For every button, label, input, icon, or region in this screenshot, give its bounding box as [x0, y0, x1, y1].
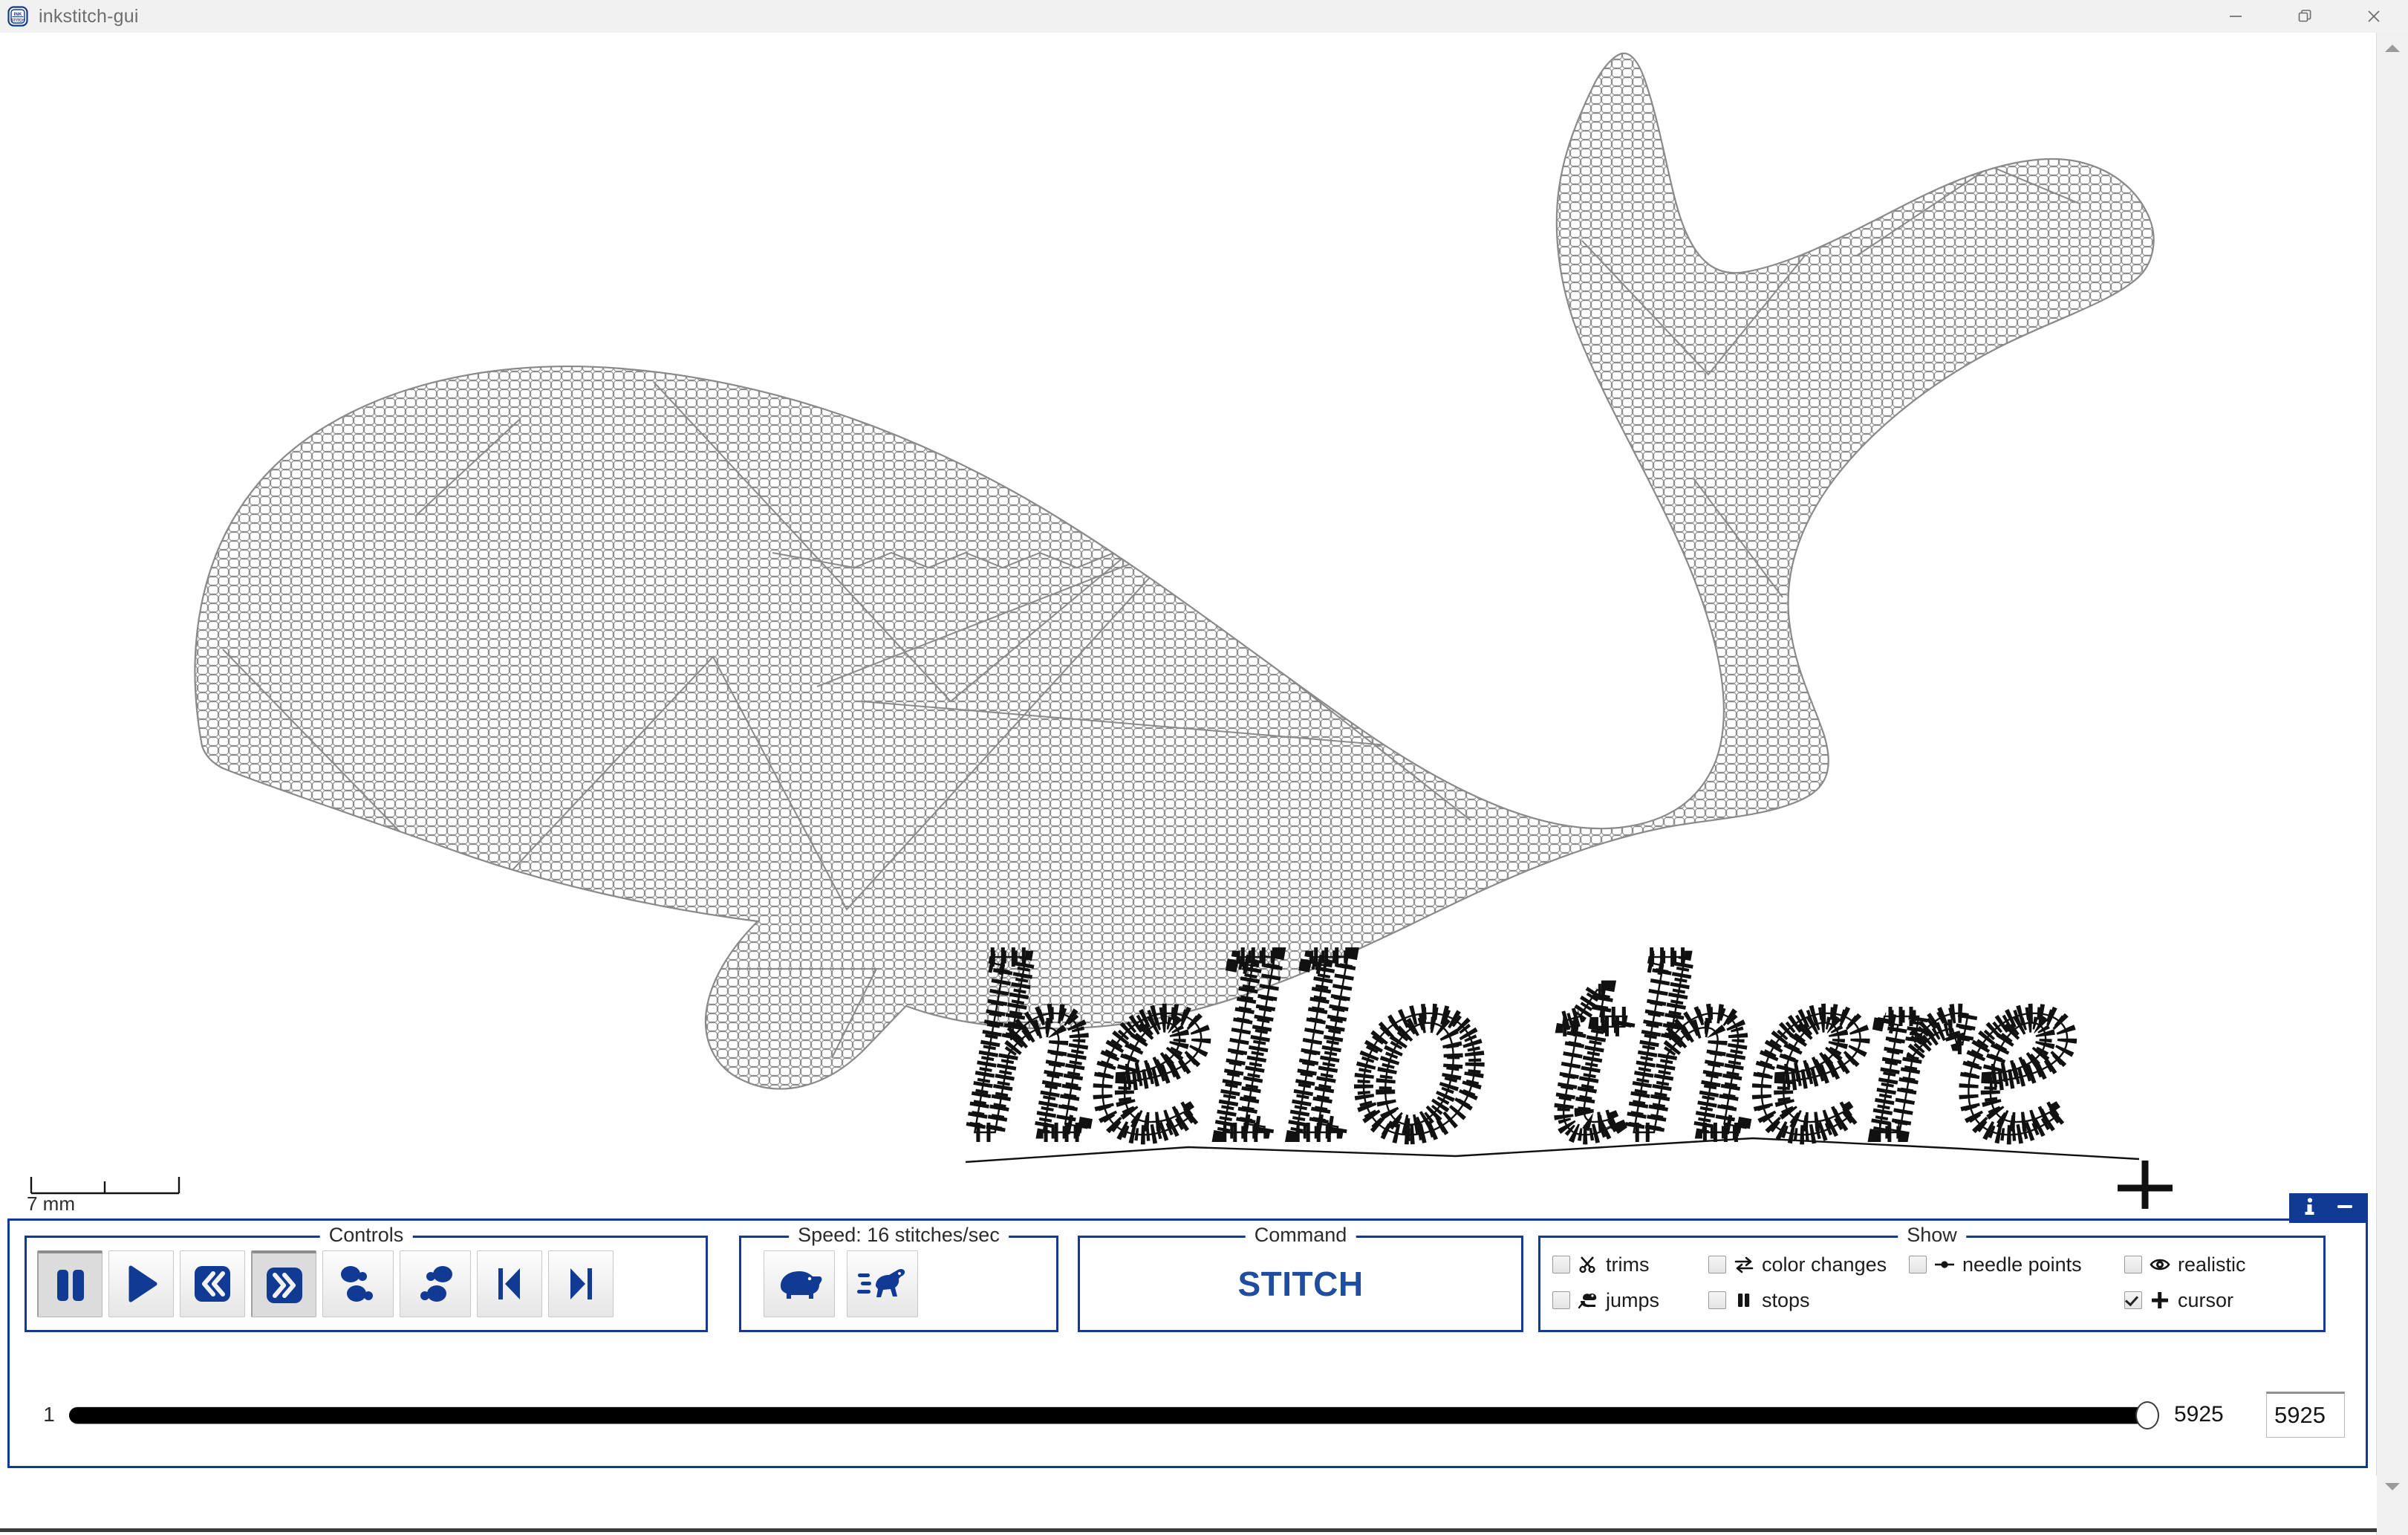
one-stitch-backward-button[interactable]	[400, 1250, 471, 1317]
double-chevron-left-icon	[195, 1266, 230, 1302]
show-group: Show trims color changes needle points r…	[1538, 1224, 2326, 1332]
window-close-button[interactable]	[2339, 0, 2408, 33]
needle-point-icon	[1933, 1255, 1956, 1274]
forward-button[interactable]	[251, 1250, 316, 1317]
slow-down-button[interactable]	[764, 1250, 835, 1317]
stitch-number-input[interactable]: 5925	[2266, 1392, 2345, 1438]
bottom-control-panel: Controls Speed: 16 stitches/sec Command …	[7, 1193, 2368, 1468]
realistic-checkbox[interactable]	[2124, 1256, 2142, 1273]
scissors-icon	[1577, 1255, 1599, 1274]
svg-text:STITCH: STITCH	[11, 19, 25, 23]
show-option-trims[interactable]: trims	[1552, 1253, 1708, 1276]
design-canvas[interactable]: hello there hello there hello there	[0, 33, 2377, 1209]
stitch-slider-min-label: 1	[43, 1403, 55, 1426]
show-option-needle-points[interactable]: needle points	[1909, 1253, 2124, 1276]
hippo-icon	[781, 1271, 822, 1299]
scale-bar-label: 7 mm	[27, 1192, 75, 1215]
speed-up-button[interactable]	[847, 1250, 918, 1317]
color-changes-label: color changes	[1762, 1253, 1887, 1276]
stops-checkbox[interactable]	[1708, 1291, 1726, 1309]
controls-group: Controls	[25, 1224, 708, 1332]
needle-points-label: needle points	[1962, 1253, 2082, 1276]
command-group: Command STITCH	[1078, 1224, 1523, 1332]
svg-text:INK: INK	[14, 12, 22, 17]
color-changes-checkbox[interactable]	[1708, 1256, 1726, 1273]
panel-info-bar	[2289, 1193, 2368, 1223]
pause-button[interactable]	[37, 1250, 102, 1317]
cursor-crosshair-icon	[2118, 1161, 2173, 1209]
status-bar	[0, 1476, 2377, 1532]
footsteps-forward-icon	[341, 1266, 373, 1302]
command-legend: Command	[1245, 1224, 1356, 1246]
eye-icon	[2149, 1255, 2171, 1274]
close-icon	[2367, 10, 2380, 22]
stitch-slider-thumb[interactable]	[2135, 1401, 2159, 1429]
speed-button-row	[741, 1238, 1056, 1330]
needle-points-checkbox[interactable]	[1909, 1256, 1927, 1273]
swap-arrows-icon	[1733, 1255, 1755, 1274]
app-logo-icon: INK STITCH	[7, 6, 28, 27]
embroidery-preview-svg: hello there hello there hello there	[194, 52, 2173, 1209]
restore-icon	[2298, 10, 2311, 22]
double-chevron-right-icon	[266, 1267, 302, 1303]
panel-minimize-icon[interactable]	[2334, 1197, 2356, 1220]
vertical-scrollbar[interactable]	[2376, 33, 2408, 1535]
cursor-label: cursor	[2178, 1288, 2234, 1311]
show-option-color-changes[interactable]: color changes	[1708, 1253, 1909, 1276]
skip-to-end-icon	[570, 1268, 592, 1299]
controls-legend: Controls	[319, 1224, 413, 1246]
command-display: STITCH	[1080, 1238, 1521, 1330]
chevron-up-icon	[2385, 45, 2400, 52]
footsteps-backward-icon	[420, 1266, 452, 1302]
stitch-slider-fill	[69, 1407, 2147, 1424]
scroll-up-button[interactable]	[2377, 33, 2408, 64]
play-icon	[128, 1265, 157, 1302]
stitch-slider-max-label: 5925	[2174, 1402, 2224, 1427]
command-value: STITCH	[1237, 1265, 1364, 1303]
trims-label: trims	[1606, 1253, 1650, 1276]
skip-to-start-icon	[498, 1268, 520, 1299]
speed-group: Speed: 16 stitches/sec	[739, 1224, 1058, 1332]
panels-row: Controls Speed: 16 stitches/sec Command …	[10, 1221, 2366, 1362]
show-option-cursor[interactable]: cursor	[2124, 1289, 2303, 1312]
pause-icon	[56, 1269, 84, 1301]
jump-to-start-button[interactable]	[477, 1250, 542, 1317]
stitch-slider-row: 1 5925 5925	[10, 1366, 2366, 1463]
show-option-realistic[interactable]: realistic	[2124, 1253, 2303, 1276]
speed-legend: Speed: 16 stitches/sec	[789, 1224, 1009, 1246]
info-icon[interactable]	[2302, 1197, 2318, 1220]
rewind-button[interactable]	[180, 1250, 245, 1317]
cursor-checkbox[interactable]	[2124, 1291, 2142, 1309]
jump-to-end-button[interactable]	[548, 1250, 614, 1317]
jumps-checkbox[interactable]	[1552, 1291, 1570, 1309]
pause-bars-icon	[1733, 1291, 1755, 1310]
scroll-down-button[interactable]	[2377, 1471, 2408, 1502]
play-button[interactable]	[108, 1250, 174, 1317]
chevron-down-icon	[2385, 1483, 2400, 1490]
window-restore-button[interactable]	[2270, 0, 2339, 33]
realistic-label: realistic	[2178, 1253, 2246, 1276]
title-bar: INK STITCH inkstitch-gui	[0, 0, 2408, 33]
window-title: inkstitch-gui	[39, 5, 139, 27]
window-minimize-button[interactable]	[2201, 0, 2270, 33]
show-options-grid: trims color changes needle points realis…	[1540, 1238, 2323, 1318]
show-option-jumps[interactable]: jumps	[1552, 1289, 1708, 1312]
controls-button-row	[27, 1238, 706, 1330]
one-stitch-forward-button[interactable]	[322, 1250, 394, 1317]
stops-label: stops	[1762, 1288, 1810, 1311]
frog-icon	[1577, 1291, 1599, 1310]
minimize-icon	[2229, 16, 2242, 17]
show-legend: Show	[1898, 1224, 1966, 1246]
trims-checkbox[interactable]	[1552, 1256, 1570, 1273]
crosshair-icon	[2149, 1291, 2171, 1310]
show-option-stops[interactable]: stops	[1708, 1289, 1909, 1312]
jumps-label: jumps	[1606, 1288, 1660, 1311]
horse-icon	[857, 1268, 905, 1297]
stitch-slider[interactable]	[69, 1400, 2159, 1429]
